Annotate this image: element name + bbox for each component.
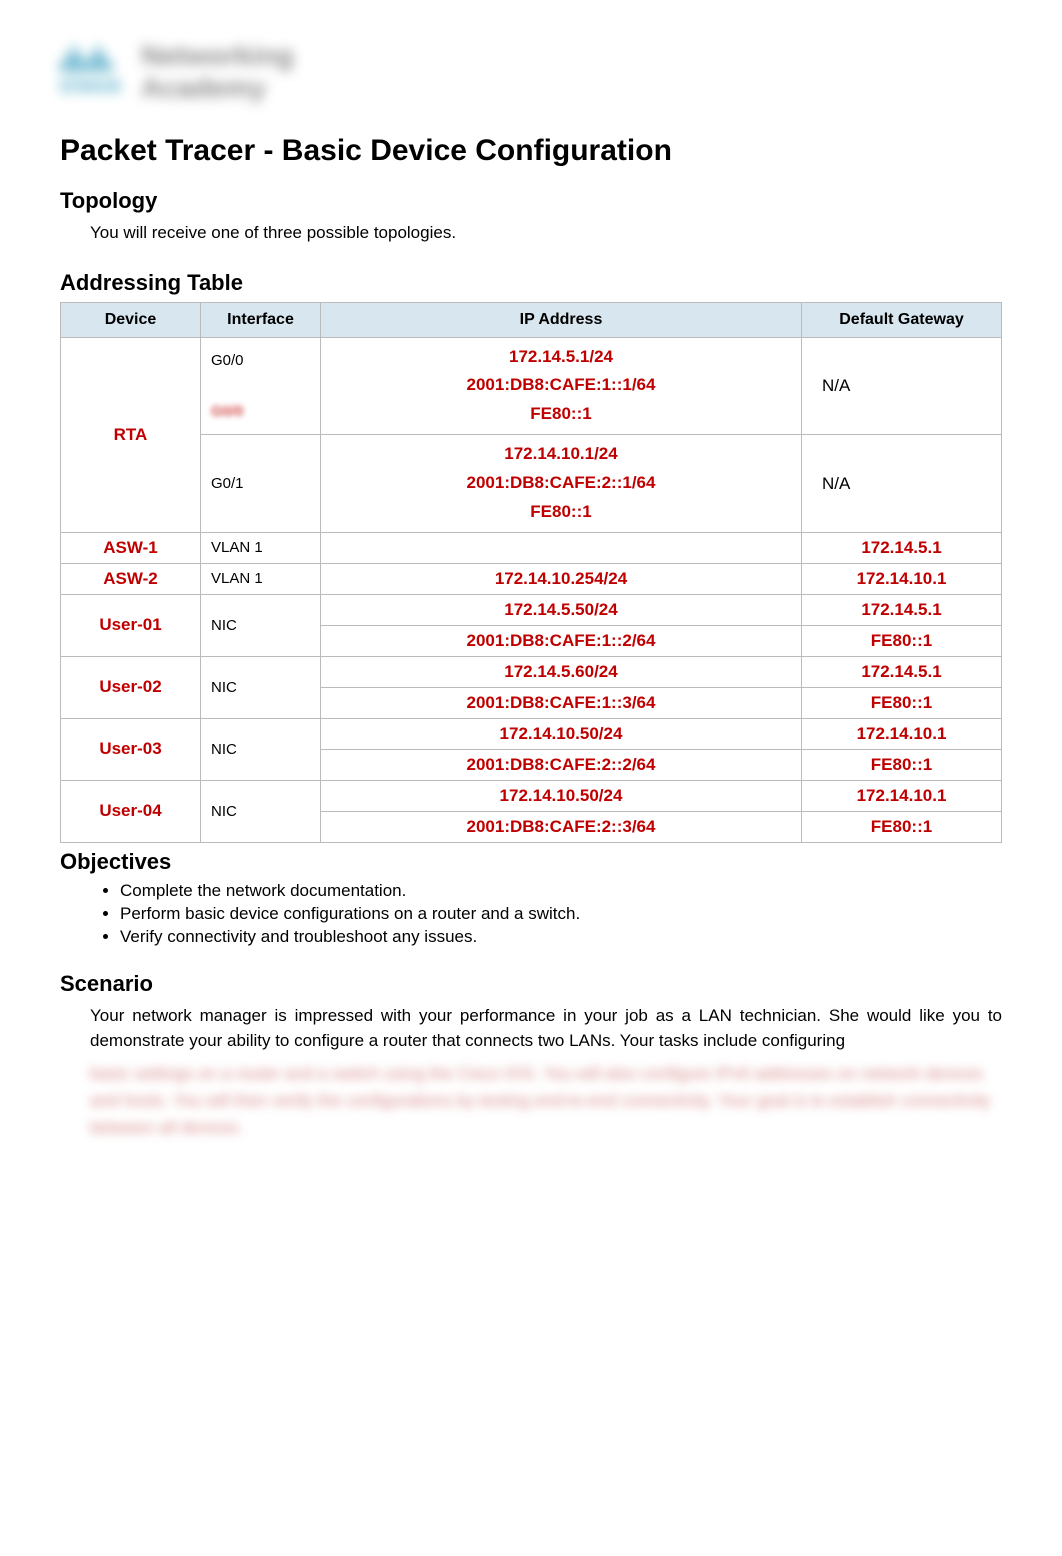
table-row: User-01 NIC 172.14.5.50/24 172.14.5.1 <box>61 594 1002 625</box>
cell-device: User-01 <box>61 594 201 656</box>
col-interface: Interface <box>201 302 321 337</box>
brand-logo: cisco Networking Academy <box>60 40 1002 104</box>
ip-value: 172.14.5.1/24 <box>509 347 613 366</box>
cell-gateway: FE80::1 <box>802 811 1002 842</box>
cell-iface: NIC <box>201 656 321 718</box>
cell-ip: 172.14.10.254/24 <box>321 563 802 594</box>
table-row: ASW-2 VLAN 1 172.14.10.254/24 172.14.10.… <box>61 563 1002 594</box>
scenario-heading: Scenario <box>60 971 1002 997</box>
cell-ip: 172.14.10.50/24 <box>321 718 802 749</box>
cell-ip: 2001:DB8:CAFE:1::3/64 <box>321 687 802 718</box>
cell-ip: 2001:DB8:CAFE:2::3/64 <box>321 811 802 842</box>
cell-ip: 2001:DB8:CAFE:2::2/64 <box>321 749 802 780</box>
cell-gateway: 172.14.10.1 <box>802 563 1002 594</box>
cell-device-rta: RTA <box>61 337 201 532</box>
col-ip: IP Address <box>321 302 802 337</box>
logo-line2: Academy <box>141 72 293 104</box>
document-page: cisco Networking Academy Packet Tracer -… <box>0 0 1062 1181</box>
cell-gateway: 172.14.10.1 <box>802 718 1002 749</box>
cell-iface: NIC <box>201 780 321 842</box>
objectives-list: Complete the network documentation. Perf… <box>120 881 1002 947</box>
cell-gateway: FE80::1 <box>802 625 1002 656</box>
cell-device: User-04 <box>61 780 201 842</box>
cell-ip: 172.14.10.50/24 <box>321 780 802 811</box>
topology-text: You will receive one of three possible t… <box>60 220 1002 246</box>
cell-ip: 172.14.5.50/24 <box>321 594 802 625</box>
table-row: User-03 NIC 172.14.10.50/24 172.14.10.1 <box>61 718 1002 749</box>
logo-line1: Networking <box>141 40 293 72</box>
addressing-table: Device Interface IP Address Default Gate… <box>60 302 1002 843</box>
cell-iface: NIC <box>201 718 321 780</box>
list-item: Perform basic device configurations on a… <box>120 904 1002 924</box>
cell-gateway: 172.14.5.1 <box>802 532 1002 563</box>
ip-value: 172.14.10.1/24 <box>504 444 617 463</box>
logo-mark: cisco <box>60 46 121 98</box>
list-item: Complete the network documentation. <box>120 881 1002 901</box>
cell-iface: G0/0 G0/0 <box>201 337 321 435</box>
ip-value: 2001:DB8:CAFE:2::1/64 <box>467 473 656 492</box>
logo-program-text: Networking Academy <box>141 40 293 104</box>
page-title: Packet Tracer - Basic Device Configurati… <box>60 134 1002 168</box>
ip-value: 2001:DB8:CAFE:1::1/64 <box>467 375 656 394</box>
cell-iface: NIC <box>201 594 321 656</box>
ip-value: FE80::1 <box>530 502 591 521</box>
table-row: ASW-1 VLAN 1 172.14.5.1 <box>61 532 1002 563</box>
cell-device: ASW-2 <box>61 563 201 594</box>
cell-ip: 172.14.10.1/24 2001:DB8:CAFE:2::1/64 FE8… <box>321 435 802 533</box>
cell-device: User-03 <box>61 718 201 780</box>
logo-brand-text: cisco <box>60 72 121 98</box>
cell-ip: 172.14.5.60/24 <box>321 656 802 687</box>
cell-device: User-02 <box>61 656 201 718</box>
ip-value: FE80::1 <box>530 404 591 423</box>
scenario-blur-text: basic settings on a router and a switch … <box>60 1060 1002 1142</box>
cell-gateway: N/A <box>802 337 1002 435</box>
table-header-row: Device Interface IP Address Default Gate… <box>61 302 1002 337</box>
cell-gateway: FE80::1 <box>802 687 1002 718</box>
scenario-text: Your network manager is impressed with y… <box>60 1003 1002 1054</box>
cell-ip: 2001:DB8:CAFE:1::2/64 <box>321 625 802 656</box>
cell-gateway: 172.14.5.1 <box>802 656 1002 687</box>
objectives-heading: Objectives <box>60 849 1002 875</box>
cell-gateway: 172.14.5.1 <box>802 594 1002 625</box>
table-row: RTA G0/0 G0/0 172.14.5.1/24 2001:DB8:CAF… <box>61 337 1002 435</box>
iface-label: G0/0 <box>211 352 244 369</box>
cell-iface: G0/1 <box>201 435 321 533</box>
col-gateway: Default Gateway <box>802 302 1002 337</box>
cell-gateway: FE80::1 <box>802 749 1002 780</box>
col-device: Device <box>61 302 201 337</box>
cell-gateway: N/A <box>802 435 1002 533</box>
cell-iface: VLAN 1 <box>201 532 321 563</box>
cell-ip: 172.14.5.1/24 2001:DB8:CAFE:1::1/64 FE80… <box>321 337 802 435</box>
cell-iface: VLAN 1 <box>201 563 321 594</box>
cell-device: ASW-1 <box>61 532 201 563</box>
addressing-heading: Addressing Table <box>60 270 1002 296</box>
cell-ip <box>321 532 802 563</box>
table-row: User-02 NIC 172.14.5.60/24 172.14.5.1 <box>61 656 1002 687</box>
iface-label-blur: G0/0 <box>211 403 244 420</box>
table-row: User-04 NIC 172.14.10.50/24 172.14.10.1 <box>61 780 1002 811</box>
topology-heading: Topology <box>60 188 1002 214</box>
cell-gateway: 172.14.10.1 <box>802 780 1002 811</box>
list-item: Verify connectivity and troubleshoot any… <box>120 927 1002 947</box>
table-row: G0/1 172.14.10.1/24 2001:DB8:CAFE:2::1/6… <box>61 435 1002 533</box>
